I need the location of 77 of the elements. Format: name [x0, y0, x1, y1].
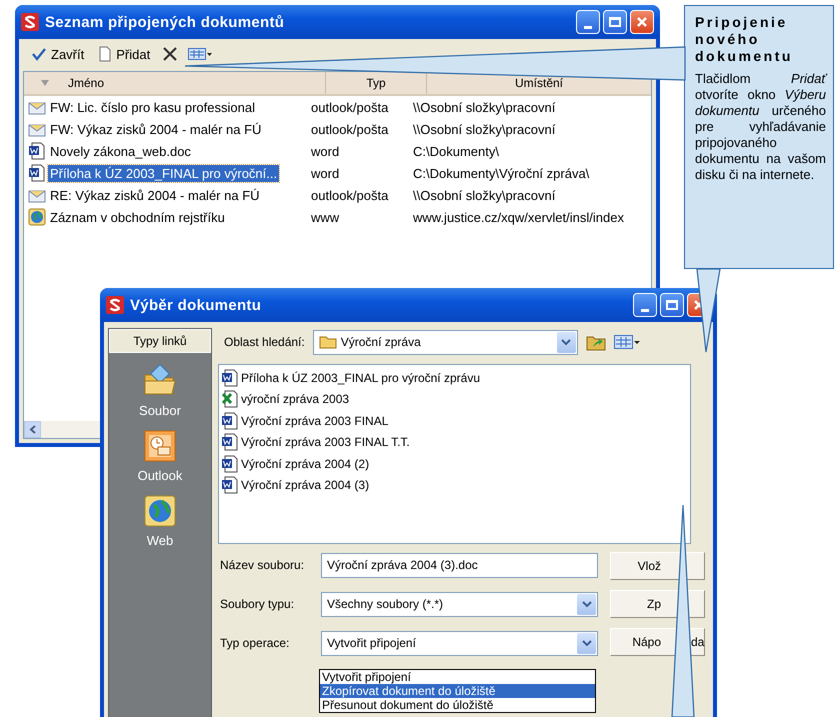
file-name[interactable]: Příloha k ÚZ 2003_FINAL pro výroční zprávu [241, 370, 480, 385]
table-cell-text: word [310, 166, 340, 180]
add-button[interactable]: Přidat [96, 44, 152, 64]
close-icon [636, 16, 648, 28]
callout-text: Tlačidlom Pridať otvoríte okno Výberu dokumentu určeného pre vyhľadávanie pripojovaného dokumentu na vašom disku či na internete. [695, 71, 826, 183]
checkmark-icon [31, 47, 47, 61]
field-label: Typ operace: [219, 636, 290, 650]
window-title: Seznam připojených dokumentů [45, 14, 286, 30]
dropdown-field[interactable]: Vytvořit připojení [321, 630, 598, 656]
table-cell-text: outlook/pošta [310, 100, 390, 114]
table-cell[interactable]: RE: Výkaz zisků 2004 - malér na FÚ [48, 186, 262, 204]
globe-icon [28, 208, 46, 226]
link-type-label[interactable]: Web [146, 533, 174, 548]
table-cell-text: www.justice.cz/xqw/xervlet/insl/index [412, 210, 625, 224]
globe-icon[interactable] [142, 493, 178, 529]
field-label: Oblast hledání: [224, 335, 305, 349]
dropdown-field[interactable]: Všechny soubory (*.*) [321, 592, 598, 616]
word-document-icon [28, 164, 46, 182]
table-cell-text: C:\Dokumenty\Výroční zpráva\ [412, 166, 590, 180]
folder-icon [318, 335, 337, 349]
table-cell-text: C:\Dokumenty\ [412, 144, 500, 158]
table-cell-text: \\Osobní složky\pracovní [412, 100, 556, 114]
view-menu-icon[interactable] [614, 335, 640, 349]
dropdown-option[interactable]: Vytvořit připojení [320, 670, 595, 684]
file-name[interactable]: Výroční zpráva 2003 FINAL T.T. [241, 435, 410, 450]
word-document-icon [221, 433, 239, 452]
file-name[interactable]: Výroční zpráva 2004 (3) [241, 478, 370, 492]
spreadsheet-icon [221, 390, 239, 408]
chevron-down-icon [582, 640, 592, 646]
table-cell-text: word [310, 144, 340, 158]
table-cell-text: outlook/pošta [310, 188, 390, 202]
field-label: Název souboru: [219, 558, 306, 572]
dropdown-option[interactable]: Zkopírovat dokument do úložiště [320, 684, 595, 698]
outlook-icon[interactable] [142, 428, 178, 464]
column-header[interactable]: Jméno [24, 72, 326, 94]
chevron-down-icon [582, 600, 592, 608]
app-logo-icon [106, 296, 124, 314]
maximize-button[interactable] [660, 293, 684, 317]
word-document-icon [221, 368, 239, 387]
table-cell-text: \\Osobní složky\pracovní [412, 188, 556, 202]
window-title: Výběr dokumentu [130, 296, 262, 314]
word-document-icon [221, 476, 239, 494]
minimize-button[interactable] [633, 293, 657, 317]
table-cell[interactable]: Záznam v obchodním rejstříku [48, 208, 227, 226]
dropdown-option[interactable]: Přesunout dokument do úložiště [320, 698, 595, 712]
table-cell[interactable]: Novely zákona_web.doc [48, 142, 193, 160]
chevron-down-icon [561, 338, 572, 346]
document-icon [98, 46, 112, 62]
word-document-icon [28, 142, 46, 160]
dialog-button[interactable]: Vlož [610, 552, 705, 580]
sort-icon [40, 79, 50, 87]
file-name[interactable]: Výroční zpráva 2004 (2) [241, 456, 370, 471]
link-type-label[interactable]: Outlook [138, 468, 182, 483]
table-cell[interactable]: FW: Lic. číslo pro kasu professional [48, 98, 257, 116]
table-cell-text: outlook/pošta [310, 122, 390, 136]
file-name-field[interactable]: Výroční zpráva 2004 (3).doc [321, 552, 598, 578]
word-document-icon [221, 454, 239, 473]
close-button[interactable] [630, 10, 654, 34]
app-logo-icon [21, 13, 39, 31]
link-type-label[interactable]: Soubor [139, 403, 181, 418]
table-cell[interactable]: Příloha k ÚZ 2003_FINAL pro výroční... [48, 164, 280, 182]
panel-heading: Typy linků [109, 329, 211, 353]
file-name[interactable]: výroční zpráva 2003 [241, 392, 350, 406]
table-cell[interactable]: FW: Výkaz zisků 2004 - malér na FÚ [48, 120, 264, 138]
table-cell-text: \\Osobní složky\pracovní [412, 122, 556, 136]
scroll-left-button[interactable] [24, 421, 41, 438]
callout-title: Pripojenie nového dokumentu [695, 14, 794, 65]
folder-dropdown[interactable]: Výroční zpráva [312, 330, 578, 354]
field-label: Soubory typu: [219, 597, 296, 611]
word-document-icon [221, 412, 239, 430]
maximize-button[interactable] [603, 10, 627, 34]
minimize-button[interactable] [576, 10, 600, 34]
close-toolbar-button[interactable]: Zavřít [29, 44, 86, 64]
table-cell-text: www [310, 210, 340, 224]
delete-icon[interactable] [162, 47, 178, 61]
file-name[interactable]: Výroční zpráva 2003 FINAL [241, 414, 388, 428]
view-menu-icon[interactable] [188, 48, 212, 60]
